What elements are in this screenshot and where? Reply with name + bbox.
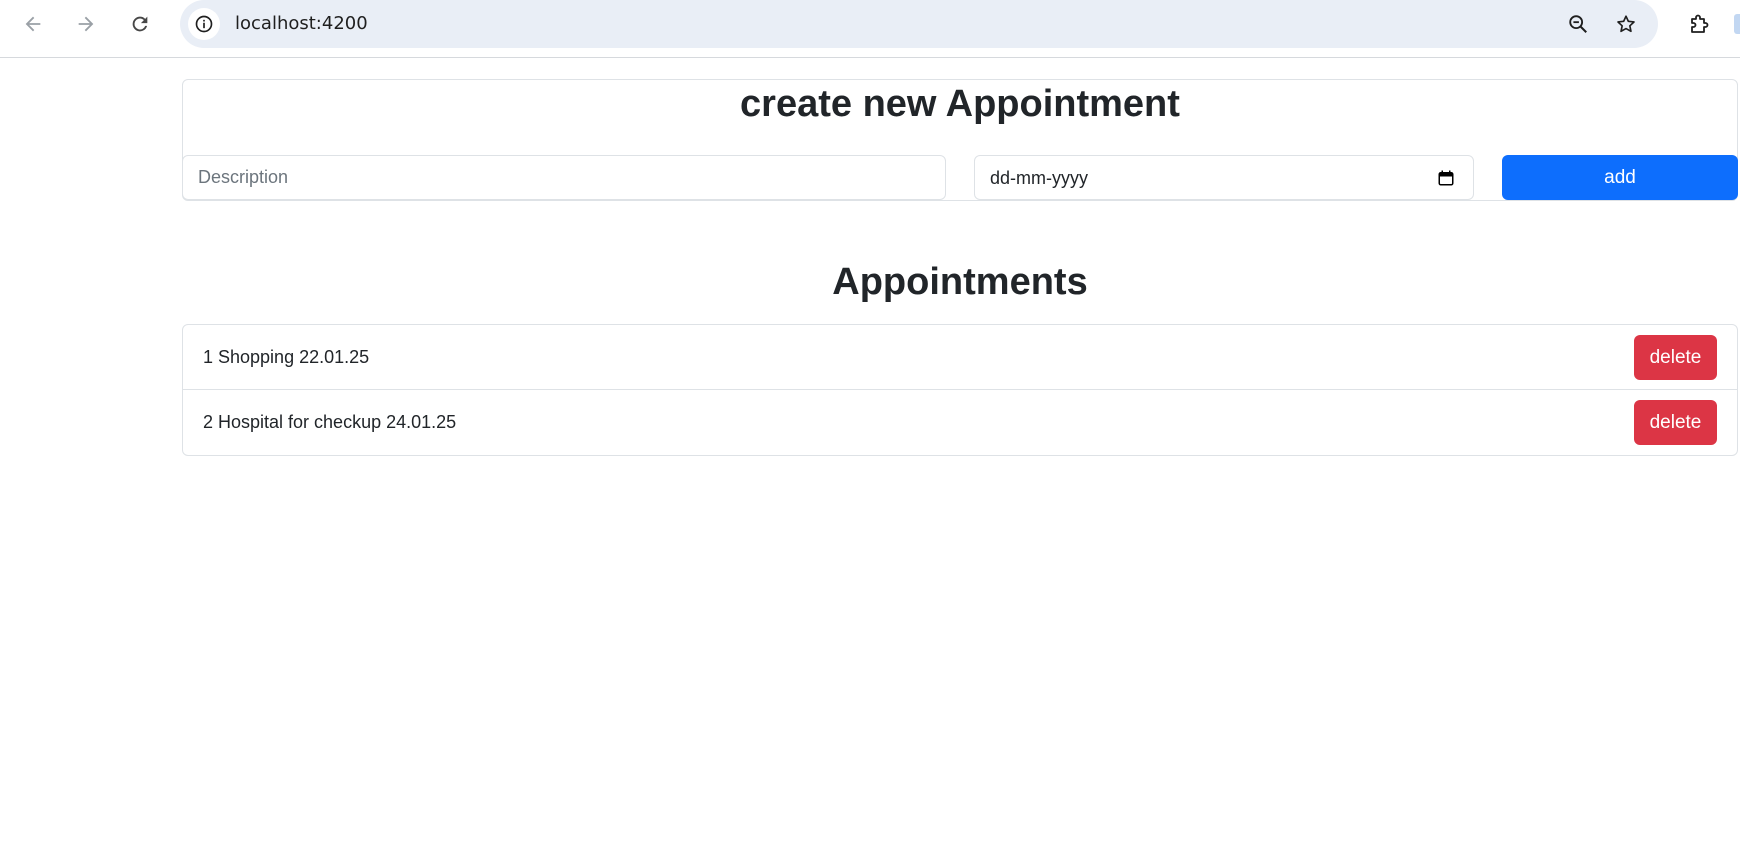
arrow-right-icon	[78, 16, 94, 32]
list-item: 1 Shopping 22.01.25 delete	[183, 325, 1737, 390]
delete-button[interactable]: delete	[1634, 335, 1717, 380]
back-button[interactable]	[15, 6, 51, 42]
extensions-button[interactable]	[1682, 6, 1718, 42]
info-icon	[195, 15, 213, 33]
profile-avatar[interactable]	[1734, 14, 1740, 34]
description-input[interactable]	[182, 155, 946, 200]
appointments-list: 1 Shopping 22.01.25 delete 2 Hospital fo…	[182, 324, 1738, 456]
bookmark-button[interactable]	[1610, 8, 1642, 40]
calendar-icon[interactable]	[1437, 169, 1455, 187]
arrow-left-icon	[25, 16, 41, 32]
star-icon	[1617, 15, 1635, 33]
appointments-title: Appointments	[832, 261, 1088, 303]
list-item: 2 Hospital for checkup 24.01.25 delete	[183, 390, 1737, 455]
url-text[interactable]: localhost:4200	[235, 12, 368, 36]
date-input[interactable]: dd-mm-yyyy	[974, 155, 1474, 200]
site-info-button[interactable]	[188, 8, 220, 40]
forward-button[interactable]	[68, 6, 104, 42]
puzzle-icon	[1691, 14, 1709, 33]
zoom-button[interactable]	[1562, 8, 1594, 40]
reload-icon	[132, 16, 148, 32]
reload-button[interactable]	[122, 6, 158, 42]
appointment-text: 2 Hospital for checkup 24.01.25	[203, 412, 457, 432]
delete-button[interactable]: delete	[1634, 400, 1717, 445]
date-input-value: dd-mm-yyyy	[990, 168, 1088, 188]
browser-toolbar: localhost:4200	[0, 0, 1740, 58]
zoom-out-icon	[1569, 15, 1587, 33]
create-title: create new Appointment	[740, 83, 1180, 125]
address-bar[interactable]: localhost:4200	[180, 0, 1658, 48]
appointment-text: 1 Shopping 22.01.25	[203, 347, 370, 367]
add-button[interactable]: add	[1502, 155, 1738, 200]
